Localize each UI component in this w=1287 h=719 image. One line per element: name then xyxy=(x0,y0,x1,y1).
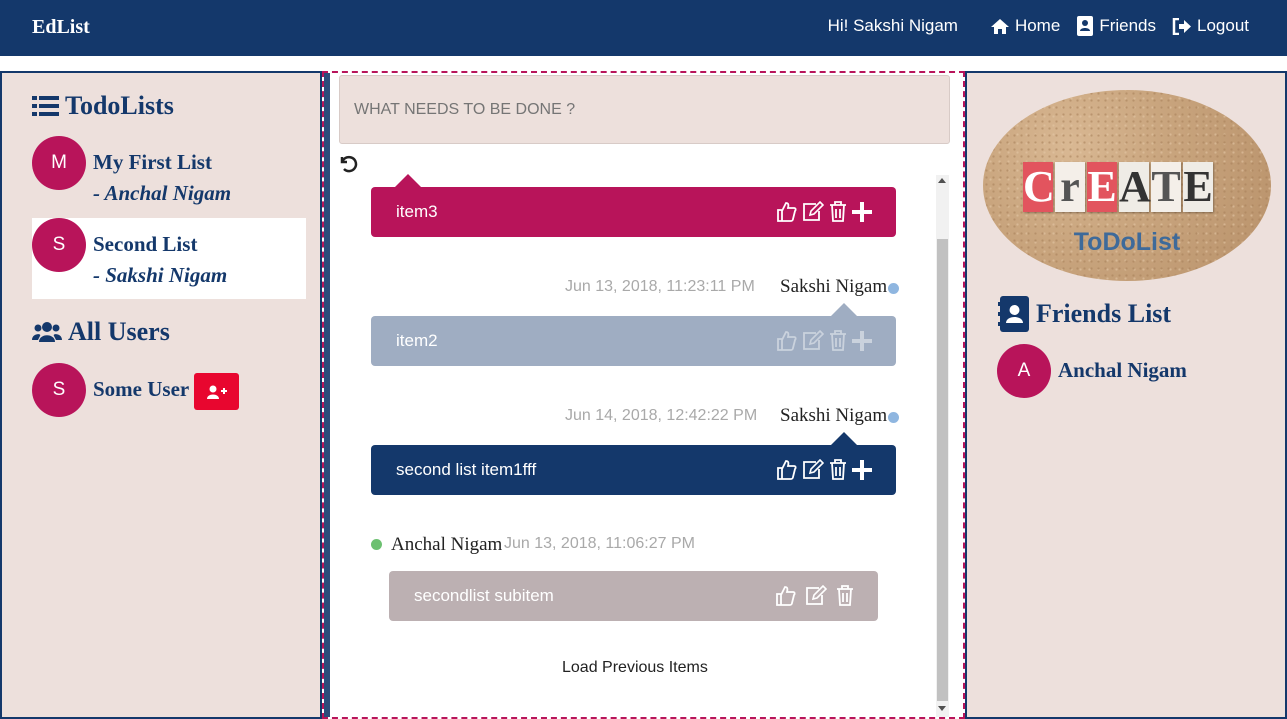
item-pointer xyxy=(394,174,422,188)
todo-item-text: item3 xyxy=(396,202,438,221)
thumbs-up-icon[interactable] xyxy=(776,459,797,480)
right-sidebar: C r E A T E ToDoList Friends List A Anch… xyxy=(965,71,1287,719)
thumbs-up-icon xyxy=(776,330,797,351)
todo-item[interactable]: item3 xyxy=(371,187,896,237)
avatar: A xyxy=(997,344,1051,398)
item-actions xyxy=(771,459,872,480)
navbar: EdList Hi! Sakshi Nigam Home Friends Log… xyxy=(0,0,1287,56)
nav-home-label: Home xyxy=(1014,16,1061,35)
trash-icon xyxy=(829,330,847,351)
add-friend-button[interactable] xyxy=(194,373,239,410)
list-owner: - Anchal Nigam xyxy=(93,181,232,205)
todo-feed-panel: item3 Jun 13, 2018, 11:23:11 PM Sakshi N… xyxy=(322,71,965,719)
logo-letter: C xyxy=(1023,162,1055,212)
new-todo-input[interactable] xyxy=(339,75,950,144)
todo-item[interactable]: item2 xyxy=(371,316,896,366)
logo-letter: r xyxy=(1055,162,1085,212)
item-pointer xyxy=(830,432,858,446)
nav-menu: Hi! Sakshi Nigam Home Friends Logout xyxy=(828,16,1249,36)
item-author: Sakshi Nigam xyxy=(780,276,888,297)
avatar: S xyxy=(32,218,86,272)
edit-icon[interactable] xyxy=(802,201,824,222)
all-users-heading: All Users xyxy=(32,317,170,347)
logo-letter: T xyxy=(1151,162,1181,212)
users-icon xyxy=(32,322,62,342)
list-owner: - Sakshi Nigam xyxy=(93,263,228,287)
edit-icon[interactable] xyxy=(802,459,824,480)
edit-icon xyxy=(802,330,824,351)
plus-icon[interactable] xyxy=(852,459,872,480)
item-actions xyxy=(771,201,872,222)
friends-list-heading: Friends List xyxy=(998,296,1171,332)
todo-item[interactable]: second list item1fff xyxy=(371,445,896,495)
item-author: Sakshi Nigam xyxy=(780,405,888,426)
scroll-up-arrow-icon[interactable] xyxy=(938,178,946,183)
todolists-heading-label: TodoLists xyxy=(65,91,174,120)
list-icon xyxy=(32,96,59,116)
nav-friends-label: Friends xyxy=(1099,16,1156,35)
all-users-heading-label: All Users xyxy=(68,317,170,346)
nav-friends-link[interactable]: Friends xyxy=(1076,16,1156,36)
refresh-button[interactable] xyxy=(338,153,358,178)
item-actions-disabled xyxy=(771,330,872,351)
logo-letters: C r E A T E xyxy=(1023,162,1215,212)
scrollbar-thumb[interactable] xyxy=(937,239,948,701)
left-sidebar: TodoLists M My First List - Anchal Nigam… xyxy=(0,71,322,719)
friends-list-heading-label: Friends List xyxy=(1036,299,1172,328)
user-plus-icon xyxy=(206,385,227,399)
plus-icon[interactable] xyxy=(852,201,872,222)
avatar: M xyxy=(32,136,86,190)
nav-logout-label: Logout xyxy=(1197,16,1249,35)
scroll-down-arrow-icon[interactable] xyxy=(938,706,946,711)
item-actions xyxy=(770,585,854,606)
home-icon xyxy=(990,18,1009,34)
todo-item-text: secondlist subitem xyxy=(414,586,554,605)
thumbs-up-icon[interactable] xyxy=(775,585,796,606)
list-title[interactable]: My First List xyxy=(93,150,212,175)
online-status-dot xyxy=(371,539,382,550)
undo-icon xyxy=(340,155,358,173)
logo-letter: E xyxy=(1183,162,1213,212)
brand-logo[interactable]: EdList xyxy=(32,16,90,39)
list-title[interactable]: Second List xyxy=(93,232,197,257)
friend-name[interactable]: Anchal Nigam xyxy=(1058,358,1187,383)
todo-subitem[interactable]: secondlist subitem xyxy=(389,571,878,621)
item-timestamp: Jun 13, 2018, 11:06:27 PM xyxy=(504,535,695,552)
plus-icon xyxy=(852,330,872,351)
address-book-icon xyxy=(1077,16,1094,36)
item-author: Anchal Nigam xyxy=(391,534,503,555)
sign-out-icon xyxy=(1172,17,1191,35)
address-book-icon xyxy=(998,296,1029,332)
trash-icon[interactable] xyxy=(836,585,854,606)
nav-logout-link[interactable]: Logout xyxy=(1172,16,1249,36)
avatar: S xyxy=(32,363,86,417)
todo-item-text: second list item1fff xyxy=(396,460,537,479)
nav-home-link[interactable]: Home xyxy=(990,16,1060,36)
item-pointer xyxy=(830,303,858,317)
item-timestamp: Jun 13, 2018, 11:23:11 PM xyxy=(565,278,755,295)
edit-icon[interactable] xyxy=(805,585,827,606)
load-previous-button[interactable]: Load Previous Items xyxy=(562,659,708,677)
trash-icon[interactable] xyxy=(829,201,847,222)
logo-letter: E xyxy=(1087,162,1117,212)
online-status-dot xyxy=(888,283,899,294)
thumbs-up-icon[interactable] xyxy=(776,201,797,222)
todo-item-text: item2 xyxy=(396,331,438,350)
todolists-heading: TodoLists xyxy=(32,91,174,121)
panel-edge xyxy=(324,73,330,717)
trash-icon[interactable] xyxy=(829,459,847,480)
logo-subtitle: ToDoList xyxy=(1073,228,1181,256)
item-timestamp: Jun 14, 2018, 12:42:22 PM xyxy=(565,407,758,424)
create-todolist-logo: C r E A T E ToDoList xyxy=(983,90,1271,281)
logo-letter: A xyxy=(1119,162,1151,212)
greeting-text: Hi! Sakshi Nigam xyxy=(827,16,958,35)
user-name: Some User xyxy=(93,377,190,401)
online-status-dot xyxy=(888,412,899,423)
